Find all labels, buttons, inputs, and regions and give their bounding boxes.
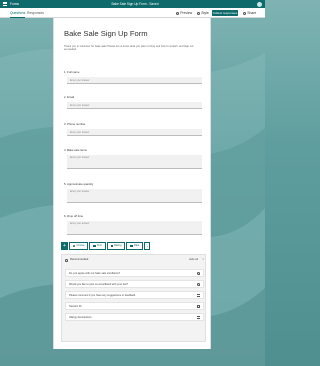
add-question-toolbar: + Choice Text Rating Date ⌄ xyxy=(61,242,151,250)
form-title[interactable]: Bake Sale Sign Up Form xyxy=(64,29,148,38)
app-name[interactable]: Forms xyxy=(10,2,19,6)
answer-input[interactable]: Enter your answer xyxy=(67,189,202,203)
recommended-title: Recommended xyxy=(70,258,89,261)
tab-questions[interactable]: Questions xyxy=(10,11,26,18)
tab-responses[interactable]: Responses xyxy=(27,11,44,15)
avatar[interactable] xyxy=(257,1,262,7)
collect-responses-button[interactable]: Collect responses xyxy=(212,10,238,16)
eye-icon xyxy=(176,11,179,15)
question-label: 3. Phone number xyxy=(64,122,86,126)
text-icon xyxy=(93,244,96,248)
star-icon xyxy=(110,244,113,248)
palette-icon xyxy=(197,11,200,15)
answer-input[interactable]: Enter your answer xyxy=(67,77,202,84)
add-text-button[interactable]: Text xyxy=(89,242,106,250)
share-button[interactable]: Share xyxy=(243,11,256,15)
question-label: 2. Email xyxy=(64,95,75,99)
form-card: Bake Sale Sign Up Form Thank you to volu… xyxy=(53,18,211,349)
share-label: Share xyxy=(247,11,257,16)
text-type-icon xyxy=(197,305,200,309)
suggestion-item[interactable]: Allergy descriptions xyxy=(65,313,204,321)
lightbulb-icon xyxy=(65,258,68,262)
question-label: 5. Approximate quantity xyxy=(64,182,94,186)
text-type-icon xyxy=(197,316,200,320)
suggestion-item[interactable]: Session ID xyxy=(65,302,204,310)
app-launcher-icon[interactable] xyxy=(3,1,7,6)
style-button[interactable]: Style xyxy=(197,11,209,15)
calendar-icon xyxy=(130,244,133,248)
add-rating-button[interactable]: Rating xyxy=(106,242,126,250)
answer-input[interactable]: Enter your answer xyxy=(67,155,202,169)
question-drop-off-time[interactable]: 6. Drop off time Enter your answer xyxy=(64,214,202,235)
question-label: 1. Full name xyxy=(64,70,80,74)
add-new-icon[interactable]: + xyxy=(61,242,68,250)
text-type-icon xyxy=(197,294,200,298)
choice-type-icon xyxy=(197,283,200,287)
share-icon xyxy=(243,11,246,15)
command-bar: Questions Responses Preview Style Collec… xyxy=(0,8,265,18)
form-description[interactable]: Thank you to volunteer for bake sale! Pl… xyxy=(64,45,196,52)
preview-button[interactable]: Preview xyxy=(176,11,192,15)
suggestion-item[interactable]: Would you like to give us a feedback wit… xyxy=(65,280,204,288)
recommended-panel: Recommended Hide all × Do you agree with… xyxy=(61,254,206,342)
suggestion-item[interactable]: Please comment if you have any suggestio… xyxy=(65,291,204,299)
question-approximate-quantity[interactable]: 5. Approximate quantity Enter your answe… xyxy=(64,182,202,203)
answer-input[interactable]: Enter your answer xyxy=(67,221,202,235)
hide-all-button[interactable]: Hide all xyxy=(189,258,198,261)
document-title: Bake Sale Sign Up Form - Saved xyxy=(111,2,159,6)
suggestion-item[interactable]: Do you agree with our bake sale conditio… xyxy=(65,269,204,277)
answer-input[interactable]: Enter your answer xyxy=(67,102,202,109)
choice-type-icon xyxy=(197,272,200,276)
question-bake-sale-items[interactable]: 4. Bake sale items Enter your answer xyxy=(64,148,202,169)
question-phone-number[interactable]: 3. Phone number Enter your answer xyxy=(64,122,202,136)
recommended-header: Recommended Hide all × xyxy=(65,258,204,263)
question-label: 6. Drop off time xyxy=(64,214,84,218)
add-date-button[interactable]: Date xyxy=(126,242,144,250)
radio-icon xyxy=(73,244,76,248)
title-bar: Forms Bake Sale Sign Up Form - Saved xyxy=(0,0,265,8)
close-icon[interactable]: × xyxy=(202,258,204,261)
more-options-icon[interactable]: ⌄ xyxy=(144,242,151,250)
question-email[interactable]: 2. Email Enter your answer xyxy=(64,95,202,109)
preview-label: Preview xyxy=(180,11,193,16)
answer-input[interactable]: Enter your answer xyxy=(67,129,202,136)
question-full-name[interactable]: 1. Full name Enter your answer xyxy=(64,70,202,84)
style-label: Style xyxy=(201,11,209,16)
add-choice-button[interactable]: Choice xyxy=(69,242,89,250)
question-label: 4. Bake sale items xyxy=(64,148,87,152)
